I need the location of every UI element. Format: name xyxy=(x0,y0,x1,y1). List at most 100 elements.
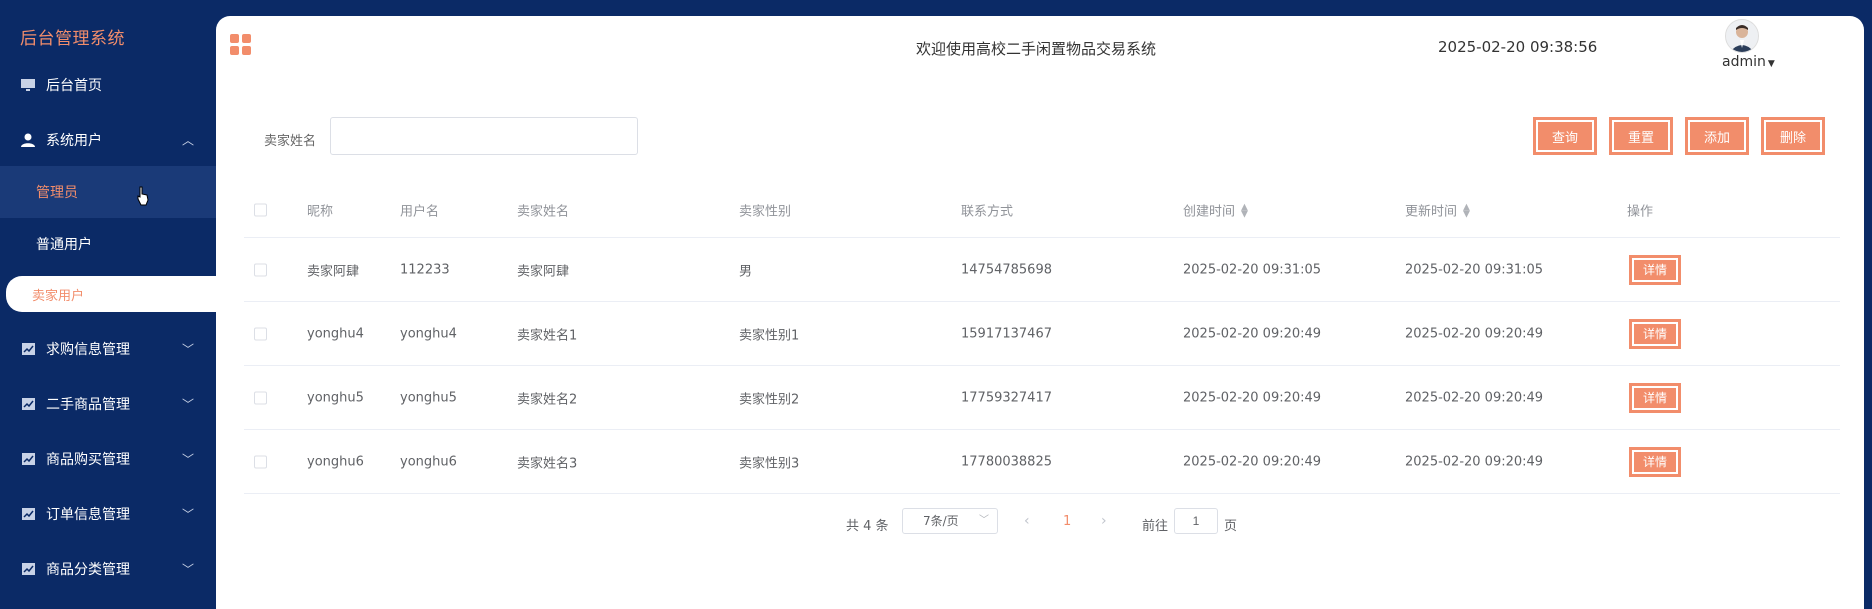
row-checkbox[interactable] xyxy=(254,455,267,468)
monitor-icon xyxy=(20,77,36,93)
cell-created: 2025-02-20 09:31:05 xyxy=(1183,262,1322,277)
col-created[interactable]: 创建时间 ▲ ▼ xyxy=(1183,200,1248,219)
sidebar-item-system-users[interactable]: 系统用户 ︿ xyxy=(0,114,216,166)
col-updated[interactable]: 更新时间 ▲ ▼ xyxy=(1405,200,1470,219)
add-button[interactable]: 添加 xyxy=(1686,118,1748,154)
sidebar-item-goods-purchase[interactable]: 商品购买管理 ﹀ xyxy=(0,433,216,485)
sidebar: 后台管理系统 后台首页 系统用户 ︿ 管理员 普通用户 卖家用户 求购信息管理 … xyxy=(0,0,216,609)
cell-nickname: yonghu6 xyxy=(307,454,364,469)
row-checkbox[interactable] xyxy=(254,263,267,276)
cell-created: 2025-02-20 09:20:49 xyxy=(1183,326,1322,341)
table-row: yonghu4 yonghu4 卖家姓名1 卖家性别1 15917137467 … xyxy=(244,302,1840,366)
cell-seller-name: 卖家姓名3 xyxy=(517,456,578,471)
sidebar-subitem-label: 管理员 xyxy=(36,185,78,201)
sidebar-item-label: 商品分类管理 xyxy=(46,562,130,578)
cell-nickname: yonghu4 xyxy=(307,326,364,341)
caret-down-icon: ▼ xyxy=(1767,59,1775,69)
detail-button[interactable]: 详情 xyxy=(1630,383,1680,412)
chevron-up-icon: ︿ xyxy=(181,133,194,148)
delete-button[interactable]: 删除 xyxy=(1762,118,1824,154)
seller-name-input[interactable] xyxy=(330,117,638,155)
sidebar-item-home[interactable]: 后台首页 xyxy=(0,59,216,111)
page-number-current[interactable]: 1 xyxy=(1063,514,1071,529)
chart-icon xyxy=(20,451,36,467)
chart-icon xyxy=(20,341,36,357)
cell-contact: 15917137467 xyxy=(961,326,1052,341)
col-username: 用户名 xyxy=(400,204,440,219)
col-seller-gender: 卖家性别 xyxy=(739,204,792,219)
username: admin xyxy=(1722,54,1766,70)
cell-username: yonghu5 xyxy=(400,390,457,405)
avatar[interactable] xyxy=(1725,19,1759,53)
sidebar-item-label: 系统用户 xyxy=(46,133,102,149)
col-contact: 联系方式 xyxy=(961,204,1014,219)
sidebar-subitem-normal-users[interactable]: 普通用户 xyxy=(0,218,216,270)
sort-icon[interactable]: ▲ ▼ xyxy=(1463,203,1470,219)
cell-seller-name: 卖家阿肆 xyxy=(517,264,570,279)
cell-contact: 17759327417 xyxy=(961,390,1052,405)
table-header-row: 昵称 用户名 卖家姓名 卖家性别 联系方式 创建时间 ▲ ▼ 更新时间 ▲ ▼ 操作 xyxy=(244,182,1840,238)
search-label: 卖家姓名 xyxy=(264,134,317,149)
cell-updated: 2025-02-20 09:20:49 xyxy=(1405,390,1544,405)
chart-icon xyxy=(20,506,36,522)
total-count: 共 4 条 xyxy=(846,519,889,534)
menu-grid-icon[interactable] xyxy=(230,34,251,55)
cell-username: 112233 xyxy=(400,262,450,277)
user-menu[interactable]: admin ▼ xyxy=(1722,54,1775,70)
goto-page-input[interactable] xyxy=(1174,508,1218,534)
datetime: 2025-02-20 09:38:56 xyxy=(1438,38,1598,56)
page-size-value: 7条/页 xyxy=(923,514,959,528)
col-created-label: 创建时间 xyxy=(1183,204,1236,219)
cell-seller-name: 卖家姓名2 xyxy=(517,392,578,407)
header: 欢迎使用高校二手闲置物品交易系统 2025-02-20 09:38:56 adm… xyxy=(216,16,1864,80)
next-page-icon[interactable]: › xyxy=(1101,513,1107,529)
detail-button[interactable]: 详情 xyxy=(1630,447,1680,476)
query-button[interactable]: 查询 xyxy=(1534,118,1596,154)
reset-button[interactable]: 重置 xyxy=(1610,118,1672,154)
sort-icon[interactable]: ▲ ▼ xyxy=(1241,203,1248,219)
cell-created: 2025-02-20 09:20:49 xyxy=(1183,454,1322,469)
cell-seller-gender: 卖家性别1 xyxy=(739,328,800,343)
row-checkbox[interactable] xyxy=(254,327,267,340)
page-unit-label: 页 xyxy=(1224,519,1238,534)
chevron-down-icon: ﹀ xyxy=(181,342,194,357)
col-updated-label: 更新时间 xyxy=(1405,204,1458,219)
page-size-select[interactable]: 7条/页 ﹀ xyxy=(902,508,998,534)
goto-label: 前往 xyxy=(1142,519,1169,534)
col-action: 操作 xyxy=(1627,204,1654,219)
sidebar-subitem-admin[interactable]: 管理员 xyxy=(0,166,216,218)
table-row: yonghu6 yonghu6 卖家姓名3 卖家性别3 17780038825 … xyxy=(244,430,1840,494)
detail-button[interactable]: 详情 xyxy=(1630,319,1680,348)
detail-button[interactable]: 详情 xyxy=(1630,255,1680,284)
user-icon xyxy=(20,132,36,148)
chevron-down-icon: ﹀ xyxy=(181,507,194,522)
cell-seller-gender: 卖家性别3 xyxy=(739,456,800,471)
cell-created: 2025-02-20 09:20:49 xyxy=(1183,390,1322,405)
chart-icon xyxy=(20,396,36,412)
chevron-down-icon: ﹀ xyxy=(979,515,989,526)
cell-contact: 14754785698 xyxy=(961,262,1052,277)
sidebar-item-label: 二手商品管理 xyxy=(46,397,130,413)
col-nickname: 昵称 xyxy=(307,204,334,219)
cell-contact: 17780038825 xyxy=(961,454,1052,469)
chevron-down-icon: ﹀ xyxy=(181,562,194,577)
sidebar-item-purchase-requests[interactable]: 求购信息管理 ﹀ xyxy=(0,323,216,375)
row-checkbox[interactable] xyxy=(254,391,267,404)
sidebar-item-secondhand-goods[interactable]: 二手商品管理 ﹀ xyxy=(0,378,216,430)
prev-page-icon[interactable]: ‹ xyxy=(1024,513,1030,529)
seller-table: 昵称 用户名 卖家姓名 卖家性别 联系方式 创建时间 ▲ ▼ 更新时间 ▲ ▼ 操作 卖… xyxy=(244,182,1840,494)
cell-seller-gender: 男 xyxy=(739,264,753,279)
sidebar-item-categories[interactable]: 商品分类管理 ﹀ xyxy=(0,543,216,595)
sidebar-subitem-label: 卖家用户 xyxy=(32,288,85,304)
cell-updated: 2025-02-20 09:20:49 xyxy=(1405,326,1544,341)
select-all-checkbox[interactable] xyxy=(254,203,267,216)
cell-nickname: 卖家阿肆 xyxy=(307,264,360,279)
cell-seller-name: 卖家姓名1 xyxy=(517,328,578,343)
pagination: 共 4 条 7条/页 ﹀ ‹ 1 › 前往 页 xyxy=(216,508,1864,538)
sidebar-item-orders[interactable]: 订单信息管理 ﹀ xyxy=(0,488,216,540)
chevron-down-icon: ﹀ xyxy=(181,452,194,467)
sidebar-item-label: 后台首页 xyxy=(46,78,102,94)
sidebar-subitem-seller-users[interactable]: 卖家用户 xyxy=(6,276,216,312)
table-row: 卖家阿肆 112233 卖家阿肆 男 14754785698 2025-02-2… xyxy=(244,238,1840,302)
cell-updated: 2025-02-20 09:31:05 xyxy=(1405,262,1544,277)
